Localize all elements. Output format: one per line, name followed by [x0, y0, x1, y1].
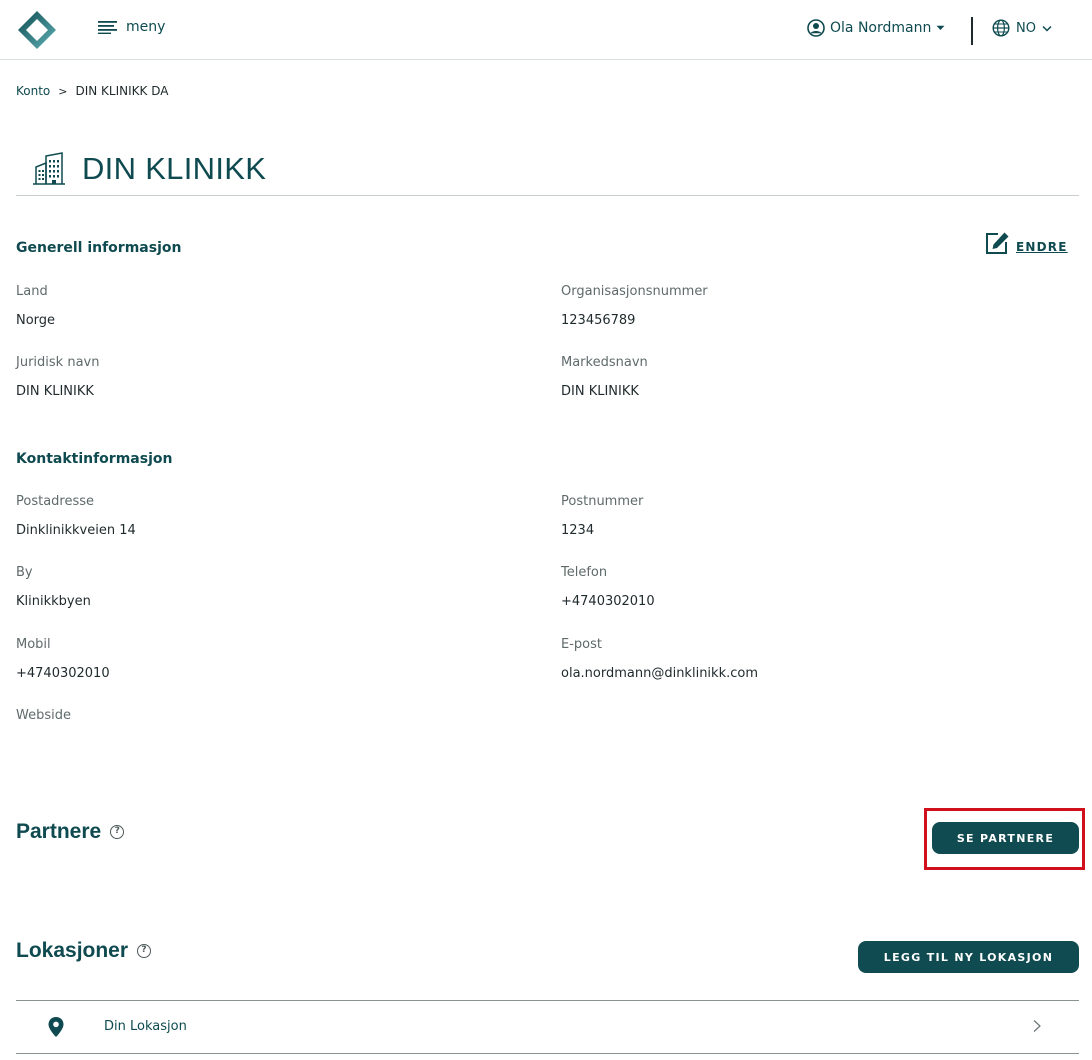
legal-name-label: Juridisk navn [16, 355, 100, 370]
edit-button[interactable]: ENDRE [984, 231, 1068, 255]
building-icon [33, 152, 65, 185]
city-value: Klinikkbyen [16, 594, 91, 609]
breadcrumb-separator: > [58, 84, 68, 98]
map-pin-icon [48, 1017, 64, 1037]
locations-bottom-divider [16, 1053, 1079, 1054]
city-label: By [16, 565, 33, 580]
chevron-right-icon [1033, 1020, 1041, 1032]
user-menu-button[interactable]: Ola Nordmann [807, 19, 945, 37]
land-value: Norge [16, 313, 56, 328]
general-info-title: Generell informasjon [16, 240, 182, 256]
postal-code-label: Postnummer [561, 494, 644, 509]
partners-help-icon[interactable]: ? [110, 825, 125, 839]
top-bar: meny Ola Nordmann NO [0, 0, 1092, 60]
postal-code-value: 1234 [561, 523, 595, 538]
chevron-down-icon [1042, 25, 1052, 32]
location-row[interactable]: Din Lokasjon [16, 1001, 1079, 1053]
locations-help-icon[interactable]: ? [137, 944, 152, 958]
market-name-label: Markedsnavn [561, 355, 648, 370]
see-partners-button[interactable]: SE PARTNERE [932, 822, 1079, 854]
legal-name-value: DIN KLINIKK [16, 384, 94, 399]
menu-button[interactable]: meny [98, 19, 165, 35]
hamburger-icon [98, 21, 117, 34]
org-number-label: Organisasjonsnummer [561, 284, 708, 299]
land-label: Land [16, 284, 48, 299]
add-location-button[interactable]: LEGG TIL NY LOKASJON [858, 941, 1079, 973]
diamond-logo-icon[interactable] [16, 9, 58, 51]
edit-icon [986, 232, 1009, 254]
breadcrumb-current: DIN KLINIKK DA [75, 84, 169, 98]
header-divider [971, 17, 973, 45]
language-label: NO [1016, 20, 1036, 36]
locations-heading: Lokasjoner ? [16, 939, 152, 963]
user-circle-icon [807, 19, 825, 37]
email-label: E-post [561, 637, 602, 652]
org-number-value: 123456789 [561, 313, 636, 328]
language-selector[interactable]: NO [992, 19, 1052, 37]
market-name-value: DIN KLINIKK [561, 384, 639, 399]
user-name: Ola Nordmann [830, 20, 932, 36]
caret-down-icon [936, 25, 945, 30]
edit-label: ENDRE [1016, 240, 1068, 254]
page-title: DIN KLINIKK [82, 151, 267, 186]
page-header: DIN KLINIKK [16, 140, 1079, 196]
breadcrumb-link-konto[interactable]: Konto [16, 84, 50, 98]
locations-title: Lokasjoner [16, 939, 129, 962]
postal-address-value: Dinklinikkveien 14 [16, 523, 136, 538]
breadcrumb: Konto > DIN KLINIKK DA [16, 84, 168, 98]
partners-heading: Partnere ? [16, 820, 125, 844]
mobile-value: +4740302010 [16, 666, 110, 681]
menu-label: meny [126, 19, 166, 35]
email-value: ola.nordmann@dinklinikk.com [561, 666, 758, 681]
mobile-label: Mobil [16, 637, 51, 652]
partners-title: Partnere [16, 820, 102, 843]
phone-label: Telefon [561, 565, 608, 580]
location-name: Din Lokasjon [104, 1019, 187, 1034]
website-label: Webside [16, 708, 71, 723]
phone-value: +4740302010 [561, 594, 655, 609]
contact-info-title: Kontaktinformasjon [16, 451, 173, 467]
postal-address-label: Postadresse [16, 494, 95, 509]
globe-icon [992, 19, 1010, 37]
